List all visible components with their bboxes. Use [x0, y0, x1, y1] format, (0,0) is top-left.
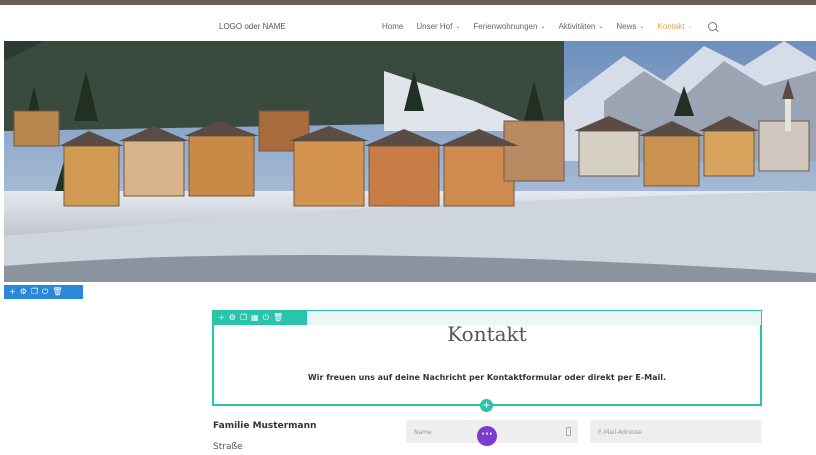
nav-item-label: Ferienwohnungen [473, 22, 538, 31]
trash-icon[interactable]: 🗑 [273, 314, 283, 322]
field-options-icon[interactable] [566, 427, 571, 436]
chevron-down-icon: ⌄ [687, 24, 693, 30]
main-nav: Home Unser Hof ⌄ Ferienwohnungen ⌄ Aktivit… [382, 22, 717, 31]
trash-icon[interactable]: 🗑 [52, 288, 62, 296]
site-logo[interactable]: LOGO oder NAME [219, 22, 286, 31]
nav-item-label: Home [382, 22, 404, 31]
chevron-down-icon: ⌄ [540, 24, 546, 30]
add-module-button[interactable]: + [480, 399, 493, 412]
hero-image [4, 41, 816, 282]
site-header: LOGO oder NAME Home Unser Hof ⌄ Ferienwoh… [0, 5, 816, 41]
intro-text: Wir freuen uns auf deine Nachricht per K… [307, 373, 667, 382]
nav-item-home[interactable]: Home [382, 22, 403, 31]
chevron-down-icon: ⌄ [639, 24, 645, 30]
duplicate-icon[interactable]: ❐ [31, 288, 38, 296]
village-landscape-illustration [4, 41, 816, 282]
power-icon[interactable]: ⏻ [42, 288, 48, 296]
row-toolbar: + ⚙ ❐ ⏻ 🗑 [4, 285, 83, 299]
plus-icon[interactable]: + [9, 288, 16, 296]
nav-item-aktivitaeten[interactable]: Aktivitäten ⌄ [558, 22, 603, 31]
nav-item-label: News [616, 22, 637, 31]
gear-icon[interactable]: ⚙ [229, 314, 236, 322]
email-field-placeholder: E-Mail-Adresse [598, 429, 642, 436]
nav-item-kontakt[interactable]: Kontakt ⌄ [657, 22, 692, 31]
power-icon[interactable]: ⏻ [263, 314, 269, 322]
chevron-down-icon: ⌄ [598, 24, 604, 30]
contact-section[interactable]: + ⚙ ❐ ▦ ⏻ 🗑 Kontakt Wir freuen uns auf d… [212, 310, 762, 406]
columns-icon[interactable]: ▦ [251, 314, 259, 322]
nav-item-label: Unser Hof [416, 22, 453, 31]
chevron-down-icon: ⌄ [455, 24, 461, 30]
email-field[interactable]: E-Mail-Adresse [590, 420, 761, 443]
nav-item-news[interactable]: News ⌄ [616, 22, 644, 31]
plus-icon[interactable]: + [218, 314, 225, 322]
contact-street: Straße [213, 442, 243, 452]
contact-name: Familie Mustermann [213, 421, 317, 431]
more-options-button[interactable]: ··· [477, 426, 497, 446]
nav-item-ferienwohnungen[interactable]: Ferienwohnungen ⌄ [473, 22, 545, 31]
search-icon[interactable] [707, 22, 717, 31]
nav-item-label: Aktivitäten [558, 22, 596, 31]
nav-item-unser-hof[interactable]: Unser Hof ⌄ [416, 22, 460, 31]
nav-item-label: Kontakt [657, 22, 685, 31]
gear-icon[interactable]: ⚙ [20, 288, 27, 296]
name-field-placeholder: Name [414, 429, 432, 436]
page-title: Kontakt [447, 322, 527, 346]
duplicate-icon[interactable]: ❐ [240, 314, 247, 322]
